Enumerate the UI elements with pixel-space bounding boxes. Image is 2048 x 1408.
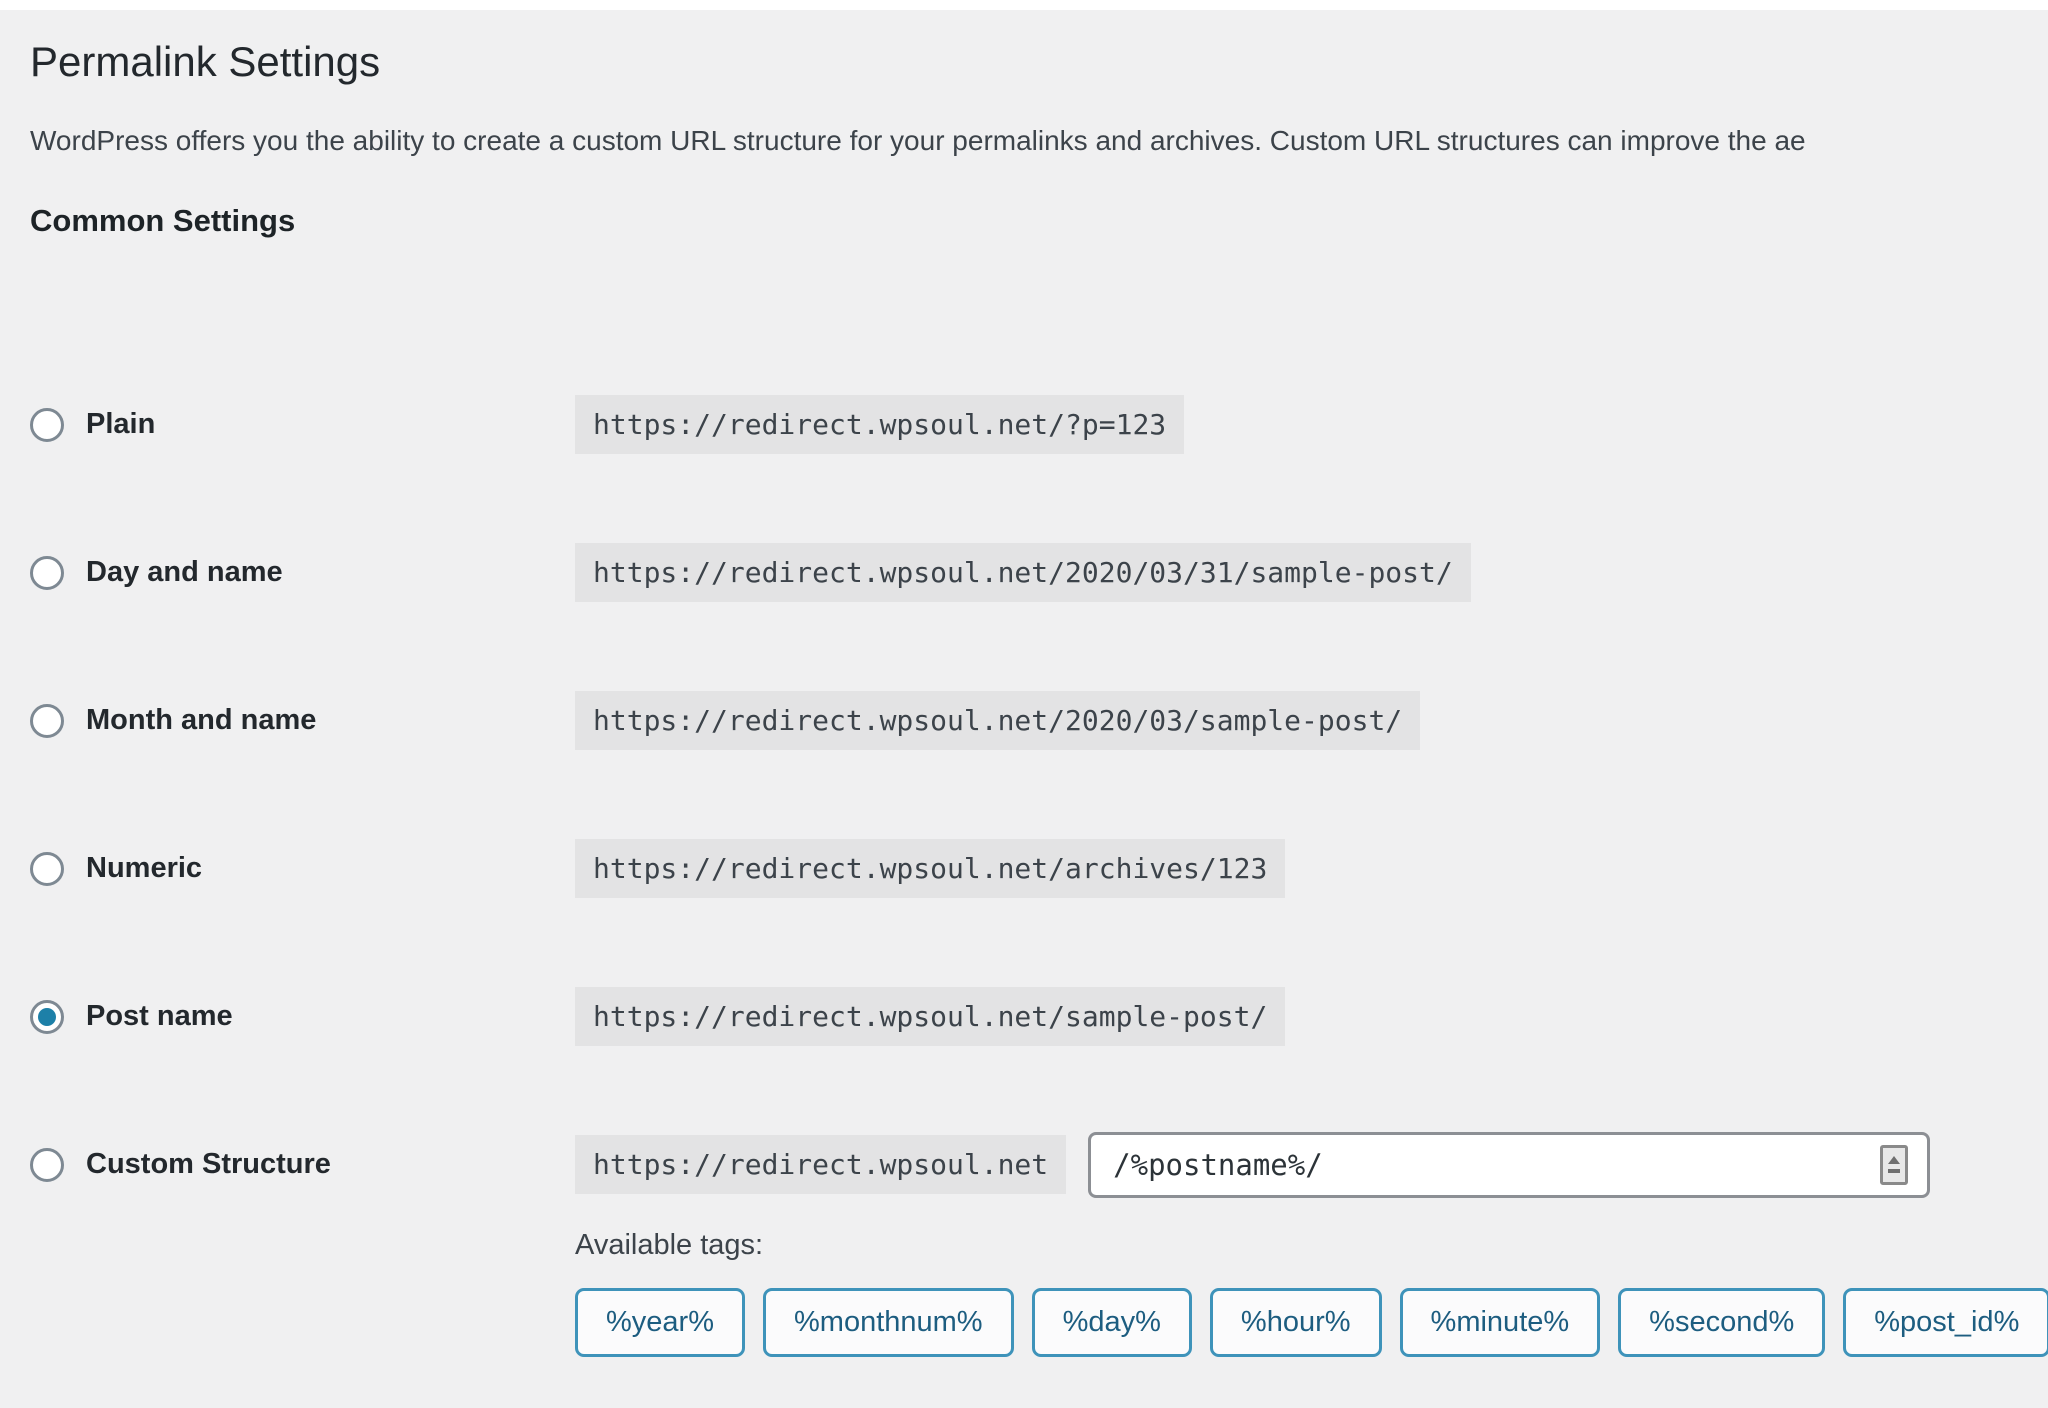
option-row-plain: Plain https://redirect.wpsoul.net/?p=123	[30, 351, 2018, 499]
radio-post-name[interactable]	[30, 1000, 64, 1034]
example-url-post-name: https://redirect.wpsoul.net/sample-post/	[575, 987, 1285, 1046]
option-label-plain[interactable]: Plain	[86, 408, 155, 441]
input-scroll-stepper-icon[interactable]	[1880, 1145, 1908, 1185]
radio-numeric[interactable]	[30, 852, 64, 886]
option-row-post-name: Post name https://redirect.wpsoul.net/sa…	[30, 943, 2018, 1091]
page-title: Permalink Settings	[30, 36, 2018, 89]
custom-structure-url-prefix: https://redirect.wpsoul.net	[575, 1135, 1066, 1194]
example-url-month-and-name: https://redirect.wpsoul.net/2020/03/samp…	[575, 691, 1420, 750]
option-row-month-and-name: Month and name https://redirect.wpsoul.n…	[30, 647, 2018, 795]
tag-button-monthnum[interactable]: %monthnum%	[763, 1288, 1014, 1357]
option-label-custom-structure[interactable]: Custom Structure	[86, 1148, 331, 1181]
option-label-day-and-name[interactable]: Day and name	[86, 556, 283, 589]
option-label-month-and-name[interactable]: Month and name	[86, 704, 316, 737]
radio-plain[interactable]	[30, 408, 64, 442]
option-label-post-name[interactable]: Post name	[86, 1000, 233, 1033]
example-url-numeric: https://redirect.wpsoul.net/archives/123	[575, 839, 1285, 898]
radio-day-and-name[interactable]	[30, 556, 64, 590]
permalink-options-list: Plain https://redirect.wpsoul.net/?p=123…	[30, 351, 2018, 1239]
custom-structure-input[interactable]	[1088, 1132, 1930, 1198]
available-tags-row: %year% %monthnum% %day% %hour% %minute% …	[575, 1288, 2018, 1357]
top-white-strip	[0, 0, 2048, 10]
radio-month-and-name[interactable]	[30, 704, 64, 738]
permalink-settings-page: Permalink Settings WordPress offers you …	[0, 36, 2048, 1357]
tag-button-post-id[interactable]: %post_id%	[1843, 1288, 2048, 1357]
radio-custom-structure[interactable]	[30, 1148, 64, 1182]
example-url-plain: https://redirect.wpsoul.net/?p=123	[575, 395, 1184, 454]
option-label-numeric[interactable]: Numeric	[86, 852, 202, 885]
option-row-custom-structure: Custom Structure https://redirect.wpsoul…	[30, 1091, 2018, 1239]
option-row-day-and-name: Day and name https://redirect.wpsoul.net…	[30, 499, 2018, 647]
tag-button-minute[interactable]: %minute%	[1400, 1288, 1601, 1357]
option-row-numeric: Numeric https://redirect.wpsoul.net/arch…	[30, 795, 2018, 943]
intro-text: WordPress offers you the ability to crea…	[30, 125, 2018, 157]
tag-button-second[interactable]: %second%	[1618, 1288, 1825, 1357]
example-url-day-and-name: https://redirect.wpsoul.net/2020/03/31/s…	[575, 543, 1471, 602]
tag-button-hour[interactable]: %hour%	[1210, 1288, 1382, 1357]
tag-button-year[interactable]: %year%	[575, 1288, 745, 1357]
tag-button-day[interactable]: %day%	[1032, 1288, 1192, 1357]
available-tags-section: Available tags: %year% %monthnum% %day% …	[575, 1229, 2018, 1357]
common-settings-heading: Common Settings	[30, 203, 2018, 239]
available-tags-label: Available tags:	[575, 1229, 2018, 1262]
